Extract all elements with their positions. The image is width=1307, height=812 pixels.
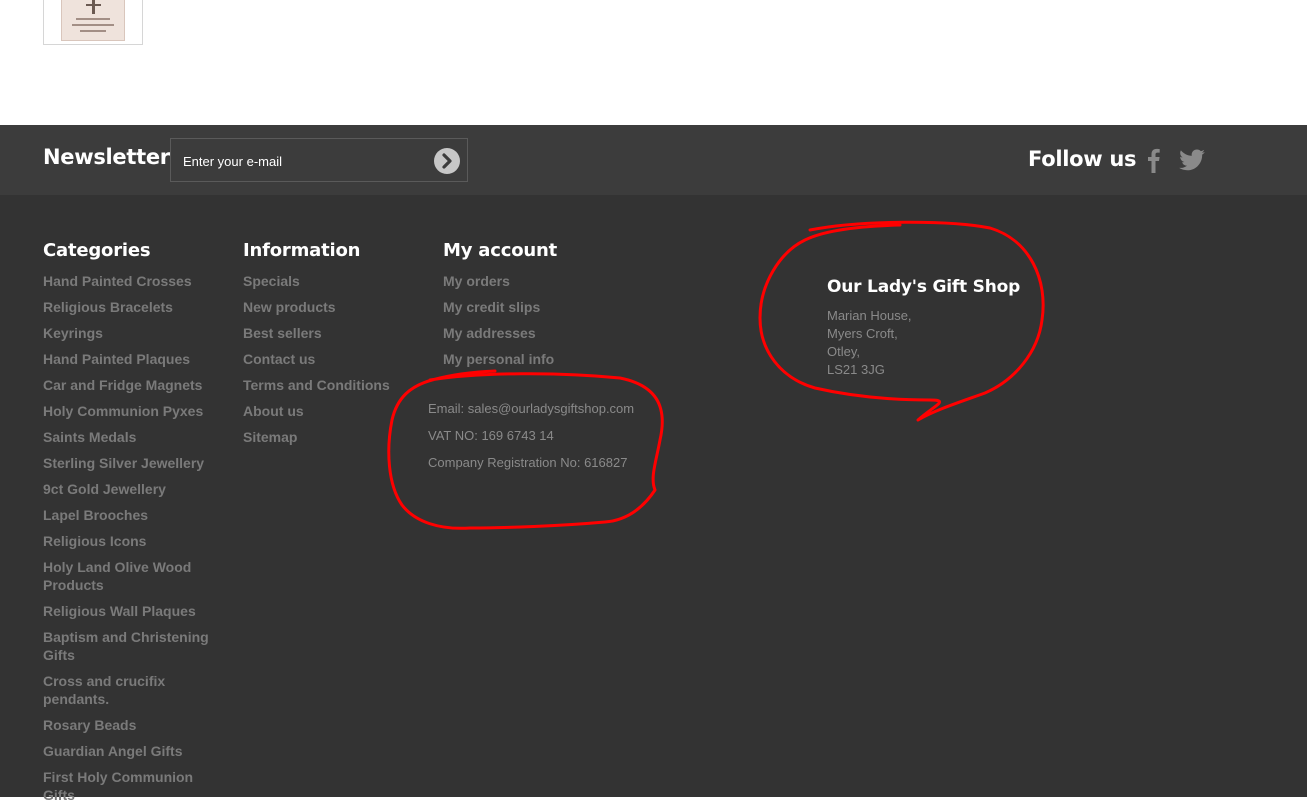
category-item: Holy Communion Pyxes xyxy=(43,402,213,420)
category-item: Guardian Angel Gifts xyxy=(43,742,213,760)
category-item: Hand Painted Crosses xyxy=(43,272,213,290)
category-item: Lapel Brooches xyxy=(43,506,213,524)
information-item: Best sellers xyxy=(243,324,413,342)
information-link[interactable]: Terms and Conditions xyxy=(243,377,390,393)
information-link[interactable]: Sitemap xyxy=(243,429,297,445)
category-link[interactable]: Rosary Beads xyxy=(43,717,136,733)
category-link[interactable]: Cross and crucifix pendants. xyxy=(43,673,165,707)
information-link[interactable]: Contact us xyxy=(243,351,315,367)
category-link[interactable]: Religious Wall Plaques xyxy=(43,603,196,619)
category-link[interactable]: Holy Communion Pyxes xyxy=(43,403,203,419)
newsletter-form xyxy=(170,138,468,183)
contact-details: Email: sales@ourladysgiftshop.com VAT NO… xyxy=(428,401,634,482)
category-item: Car and Fridge Magnets xyxy=(43,376,213,394)
information-item: New products xyxy=(243,298,413,316)
newsletter-title: Newsletter xyxy=(43,145,170,169)
chevron-right-icon xyxy=(442,153,452,169)
account-item: My credit slips xyxy=(443,298,633,316)
category-link[interactable]: Saints Medals xyxy=(43,429,136,445)
information-link[interactable]: Best sellers xyxy=(243,325,322,341)
address-line: Otley, xyxy=(827,344,860,359)
category-link[interactable]: Holy Land Olive Wood Products xyxy=(43,559,191,593)
newsletter-submit-button[interactable] xyxy=(434,148,460,174)
follow-us-title: Follow us xyxy=(1028,147,1137,171)
category-link[interactable]: Religious Icons xyxy=(43,533,146,549)
facebook-icon xyxy=(1148,148,1160,173)
category-item: First Holy Communion Gifts xyxy=(43,768,213,804)
address-line: LS21 3JG xyxy=(827,362,885,377)
newsletter-email-input[interactable] xyxy=(171,139,435,183)
category-item: Rosary Beads xyxy=(43,716,213,734)
twitter-link[interactable] xyxy=(1178,146,1206,174)
product-thumbnail[interactable] xyxy=(43,0,143,45)
account-list: My orders My credit slips My addresses My p… xyxy=(443,272,633,368)
category-link[interactable]: Religious Bracelets xyxy=(43,299,173,315)
information-item: Specials xyxy=(243,272,413,290)
card-text-line xyxy=(76,18,110,20)
information-item: Terms and Conditions xyxy=(243,376,413,394)
category-item: Religious Icons xyxy=(43,532,213,550)
category-item: Saints Medals xyxy=(43,428,213,446)
account-link[interactable]: My orders xyxy=(443,273,510,289)
page-content-area xyxy=(0,0,1307,125)
account-title: My account xyxy=(443,240,557,261)
category-item: Holy Land Olive Wood Products xyxy=(43,558,213,594)
information-link[interactable]: About us xyxy=(243,403,304,419)
categories-title: Categories xyxy=(43,240,151,261)
category-item: Cross and crucifix pendants. xyxy=(43,672,213,708)
category-link[interactable]: Baptism and Christening Gifts xyxy=(43,629,209,663)
card-text-line xyxy=(72,24,114,26)
categories-column: Categories Hand Painted Crosses Religious… xyxy=(43,240,213,812)
vat-number: VAT NO: 169 6743 14 xyxy=(428,428,554,443)
card-text-line xyxy=(80,30,106,32)
account-item: My personal info xyxy=(443,350,633,368)
category-item: Baptism and Christening Gifts xyxy=(43,628,213,664)
category-link[interactable]: First Holy Communion Gifts xyxy=(43,769,193,803)
category-item: Religious Wall Plaques xyxy=(43,602,213,620)
shop-info: Our Lady's Gift Shop Marian House, Myers… xyxy=(827,277,1020,379)
category-link[interactable]: Hand Painted Plaques xyxy=(43,351,190,367)
facebook-link[interactable] xyxy=(1140,146,1168,174)
category-link[interactable]: Sterling Silver Jewellery xyxy=(43,455,204,471)
account-link[interactable]: My addresses xyxy=(443,325,536,341)
category-link[interactable]: Hand Painted Crosses xyxy=(43,273,192,289)
shop-address: Marian House, Myers Croft, Otley, LS21 3… xyxy=(827,307,1020,379)
category-link[interactable]: Car and Fridge Magnets xyxy=(43,377,202,393)
account-link[interactable]: My personal info xyxy=(443,351,554,367)
cross-graphic-bar xyxy=(86,4,101,6)
account-column: My account My orders My credit slips My ad… xyxy=(443,240,633,376)
account-item: My orders xyxy=(443,272,633,290)
address-line: Marian House, xyxy=(827,308,912,323)
category-item: 9ct Gold Jewellery xyxy=(43,480,213,498)
category-item: Keyrings xyxy=(43,324,213,342)
category-link[interactable]: Keyrings xyxy=(43,325,103,341)
information-column: Information Specials New products Best sel… xyxy=(243,240,413,454)
category-link[interactable]: Lapel Brooches xyxy=(43,507,148,523)
information-title: Information xyxy=(243,240,361,261)
contact-email: Email: sales@ourladysgiftshop.com xyxy=(428,401,635,416)
address-line: Myers Croft, xyxy=(827,326,898,341)
categories-list: Hand Painted Crosses Religious Bracelets K… xyxy=(43,272,213,804)
category-item: Sterling Silver Jewellery xyxy=(43,454,213,472)
account-item: My addresses xyxy=(443,324,633,342)
twitter-icon xyxy=(1179,149,1205,171)
information-link[interactable]: Specials xyxy=(243,273,300,289)
information-item: About us xyxy=(243,402,413,420)
information-link[interactable]: New products xyxy=(243,299,336,315)
information-list: Specials New products Best sellers Contact … xyxy=(243,272,413,446)
category-link[interactable]: Guardian Angel Gifts xyxy=(43,743,183,759)
information-item: Sitemap xyxy=(243,428,413,446)
category-item: Hand Painted Plaques xyxy=(43,350,213,368)
site-footer: Categories Hand Painted Crosses Religious… xyxy=(0,195,1307,803)
product-card-image xyxy=(61,0,125,41)
cross-graphic xyxy=(92,0,95,14)
company-registration: Company Registration No: 616827 xyxy=(428,455,628,470)
shop-name: Our Lady's Gift Shop xyxy=(827,277,1021,297)
account-link[interactable]: My credit slips xyxy=(443,299,540,315)
information-item: Contact us xyxy=(243,350,413,368)
category-item: Religious Bracelets xyxy=(43,298,213,316)
newsletter-bar: Newsletter Follow us xyxy=(0,125,1307,195)
category-link[interactable]: 9ct Gold Jewellery xyxy=(43,481,166,497)
